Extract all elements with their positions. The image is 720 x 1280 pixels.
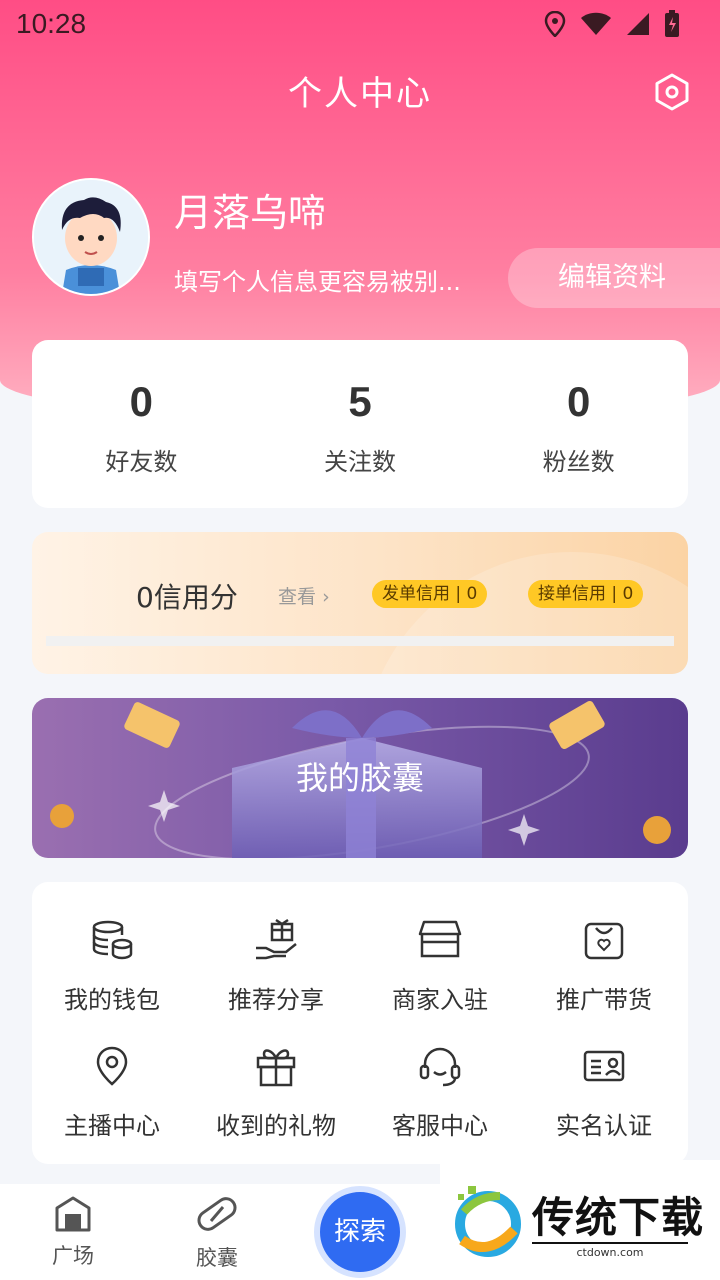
tab-plaza[interactable]: 广场 (28, 1194, 118, 1270)
order-credit-badge: 发单信用 | 0 (372, 580, 488, 608)
menu-item-wallet[interactable]: 我的钱包 (32, 918, 192, 1015)
shopping-bag-icon (584, 922, 624, 960)
wifi-icon (581, 12, 611, 35)
menu-item-label: 我的钱包 (64, 986, 160, 1014)
menu-item-label: 商家入驻 (392, 986, 488, 1014)
stat-fans[interactable]: 0 粉丝数 (469, 340, 688, 508)
menu-item-customer-service[interactable]: 客服中心 (360, 1044, 520, 1141)
watermark-title: 传统下载 (532, 1193, 705, 1242)
credit-score: 0信用分 (136, 581, 238, 614)
stat-value: 5 (348, 378, 372, 425)
stat-friends[interactable]: 0 好友数 (32, 340, 251, 508)
stat-value: 0 (567, 378, 591, 425)
status-icons (544, 10, 680, 38)
location-pin-icon (96, 1046, 128, 1086)
tab-capsule[interactable]: 胶囊 (172, 1194, 262, 1272)
status-bar: 10:28 (0, 0, 720, 50)
credit-card: 0信用分 查看 › 发单信用 | 0 接单信用 | 0 (32, 532, 688, 674)
username: 月落乌啼 (174, 191, 327, 235)
capsule-banner-label: 我的胶囊 (295, 759, 424, 797)
wallet-coins-icon (92, 920, 133, 960)
tab-label: 胶囊 (196, 1246, 238, 1270)
gift-box-icon (256, 1049, 296, 1087)
edit-profile-button[interactable]: 编辑资料 (508, 248, 720, 308)
menu-item-received-gifts[interactable]: 收到的礼物 (196, 1044, 356, 1141)
menu-item-merchant-join[interactable]: 商家入驻 (360, 918, 520, 1015)
menu-item-real-name-auth[interactable]: 实名认证 (524, 1044, 684, 1141)
id-card-icon (583, 1050, 625, 1082)
settings-hexagon-icon[interactable] (652, 72, 692, 112)
watermark-logo: 传统下载 ctdown.com (440, 1160, 720, 1280)
signal-icon (627, 13, 649, 35)
gift-hand-icon (256, 918, 297, 960)
stat-value: 0 (129, 378, 154, 425)
menu-item-label: 推广带货 (556, 986, 652, 1014)
stat-label: 好友数 (105, 448, 178, 476)
watermark-url: ctdown.com (532, 1242, 688, 1259)
headset-icon (419, 1047, 461, 1087)
chevron-right-icon: › (322, 586, 330, 608)
stat-following[interactable]: 5 关注数 (251, 340, 470, 508)
profile-bio[interactable]: 填写个人信息更容易被别... (174, 262, 494, 297)
menu-item-recommend-share[interactable]: 推荐分享 (196, 918, 356, 1015)
credit-progress-bar (46, 636, 674, 646)
pill-capsule-icon (197, 1197, 237, 1231)
menu-item-label: 客服中心 (392, 1112, 488, 1140)
stats-card: 0 好友数 5 关注数 0 粉丝数 (32, 340, 688, 508)
credit-view-label: 查看 (278, 586, 317, 608)
menu-item-label: 收到的礼物 (216, 1112, 336, 1140)
stat-label: 关注数 (324, 448, 396, 476)
store-icon (418, 920, 462, 958)
take-credit-badge: 接单信用 | 0 (528, 580, 644, 608)
stat-label: 粉丝数 (542, 448, 615, 476)
ctdown-logo-icon (455, 1186, 521, 1257)
menu-item-promote-sell[interactable]: 推广带货 (524, 918, 684, 1015)
page-title: 个人中心 (288, 74, 432, 114)
credit-view-link[interactable]: 查看 › (278, 582, 330, 609)
menu-grid: 我的钱包 推荐分享 商家入驻 推广带货 主播中心 收到的礼物 客服中心 实名认证 (32, 882, 688, 1164)
explore-button[interactable]: 探索 (314, 1186, 406, 1278)
decorative-circle (362, 552, 688, 674)
house-icon (55, 1196, 91, 1232)
cartoon-boy-avatar-icon (34, 180, 148, 294)
battery-icon (665, 10, 679, 37)
my-capsule-banner[interactable]: 我的胶囊 (32, 698, 688, 858)
menu-item-label: 推荐分享 (228, 986, 324, 1014)
status-time: 10:28 (16, 8, 87, 39)
avatar[interactable] (32, 178, 150, 296)
tab-label: 广场 (52, 1244, 94, 1268)
location-icon (544, 11, 566, 37)
menu-item-label: 主播中心 (64, 1112, 160, 1140)
menu-item-streamer-center[interactable]: 主播中心 (32, 1044, 192, 1141)
menu-item-label: 实名认证 (556, 1112, 652, 1140)
